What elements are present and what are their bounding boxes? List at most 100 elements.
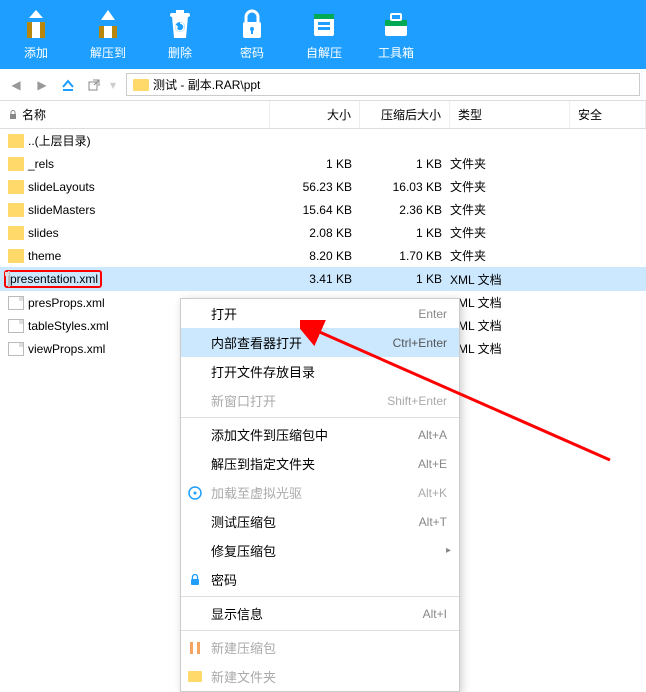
file-size: 3.41 KB (270, 272, 360, 286)
file-size: 56.23 KB (270, 180, 360, 194)
header-compressed-size[interactable]: 压缩后大小 (360, 101, 450, 128)
file-row[interactable]: presentation.xml 3.41 KB1 KBXML 文档 (0, 267, 646, 291)
header-size[interactable]: 大小 (270, 101, 360, 128)
sfx-icon (306, 6, 342, 42)
file-name-cell: slideMasters (8, 203, 270, 217)
file-size: 1 KB (270, 157, 360, 171)
menu-open-location[interactable]: 打开文件存放目录 (181, 357, 459, 386)
file-name: slideMasters (28, 203, 95, 217)
file-row[interactable]: slideMasters15.64 KB2.36 KB文件夹 (0, 198, 646, 221)
extract-label: 解压到 (90, 44, 126, 61)
file-csize: 2.36 KB (360, 203, 450, 217)
path-text: 测试 - 副本.RAR\ppt (153, 76, 260, 93)
file-name: slides (28, 226, 59, 240)
menu-new-archive: 新建压缩包 (181, 633, 459, 662)
file-row[interactable]: ..(上层目录) (0, 129, 646, 152)
delete-label: 删除 (168, 44, 192, 61)
add-button[interactable]: 添加 (0, 4, 72, 63)
menu-password[interactable]: 密码 (181, 565, 459, 594)
file-name-cell: presentation.xml (8, 270, 270, 288)
menu-test[interactable]: 测试压缩包Alt+T (181, 507, 459, 536)
file-icon (8, 271, 10, 287)
file-row[interactable]: theme8.20 KB1.70 KB文件夹 (0, 244, 646, 267)
extract-button[interactable]: 解压到 (72, 4, 144, 63)
menu-new-window: 新窗口打开Shift+Enter (181, 386, 459, 415)
file-name: theme (28, 249, 61, 263)
file-type: 文件夹 (450, 201, 570, 218)
file-type: 文件夹 (450, 224, 570, 241)
file-icon (8, 342, 24, 356)
lock-icon (187, 572, 203, 588)
password-label: 密码 (240, 44, 264, 61)
file-name-cell: slides (8, 226, 270, 240)
menu-extract-to[interactable]: 解压到指定文件夹Alt+E (181, 449, 459, 478)
delete-button[interactable]: 删除 (144, 4, 216, 63)
file-row[interactable]: slides2.08 KB1 KB文件夹 (0, 221, 646, 244)
main-toolbar: 添加 解压到 删除 密码 自解压 工具箱 (0, 0, 646, 69)
lock-icon (234, 6, 270, 42)
extract-icon (90, 6, 126, 42)
tools-label: 工具箱 (378, 44, 414, 61)
back-icon[interactable]: ◀ (6, 75, 26, 95)
external-icon[interactable] (84, 75, 104, 95)
highlight-box: presentation.xml (4, 270, 102, 288)
file-row[interactable]: slideLayouts56.23 KB16.03 KB文件夹 (0, 175, 646, 198)
file-name-cell: slideLayouts (8, 180, 270, 194)
file-type: XML 文档 (450, 271, 570, 288)
file-name-cell: ..(上层目录) (8, 132, 270, 149)
context-menu: 打开Enter 内部查看器打开Ctrl+Enter 打开文件存放目录 新窗口打开… (180, 298, 460, 692)
file-name: presProps.xml (28, 296, 105, 310)
menu-separator (181, 417, 459, 418)
menu-open[interactable]: 打开Enter (181, 299, 459, 328)
file-icon (8, 319, 24, 333)
folder-icon (133, 79, 149, 91)
sfx-label: 自解压 (306, 44, 342, 61)
folder-icon (8, 157, 24, 171)
file-name-cell: theme (8, 249, 270, 263)
file-type: 文件夹 (450, 247, 570, 264)
navigation-bar: ◀ ▶ ▾ 测试 - 副本.RAR\ppt (0, 69, 646, 101)
folder-icon (8, 134, 24, 148)
file-csize: 1 KB (360, 272, 450, 286)
file-size: 2.08 KB (270, 226, 360, 240)
file-name: slideLayouts (28, 180, 95, 194)
header-type[interactable]: 类型 (450, 101, 570, 128)
add-label: 添加 (24, 44, 48, 61)
file-name: viewProps.xml (28, 342, 105, 356)
sfx-button[interactable]: 自解压 (288, 4, 360, 63)
file-size: 8.20 KB (270, 249, 360, 263)
folder-icon (8, 180, 24, 194)
file-name: _rels (28, 157, 54, 171)
file-name: ..(上层目录) (28, 132, 91, 149)
menu-separator (181, 630, 459, 631)
tools-button[interactable]: 工具箱 (360, 4, 432, 63)
path-box[interactable]: 测试 - 副本.RAR\ppt (126, 73, 640, 96)
folder-icon (187, 669, 203, 685)
folder-icon (8, 249, 24, 263)
menu-new-folder: 新建文件夹 (181, 662, 459, 691)
file-name: presentation.xml (10, 272, 98, 286)
file-csize: 1 KB (360, 157, 450, 171)
header-name[interactable]: 名称 (0, 101, 270, 128)
file-type: XML 文档 (450, 294, 570, 311)
disc-icon (187, 485, 203, 501)
archive-icon (187, 640, 203, 656)
file-name: tableStyles.xml (28, 319, 109, 333)
file-type: XML 文档 (450, 317, 570, 334)
file-name-cell: _rels (8, 157, 270, 171)
up-icon[interactable] (58, 75, 78, 95)
column-headers: 名称 大小 压缩后大小 类型 安全 (0, 101, 646, 129)
file-type: 文件夹 (450, 178, 570, 195)
menu-internal-viewer[interactable]: 内部查看器打开Ctrl+Enter (181, 328, 459, 357)
file-row[interactable]: _rels1 KB1 KB文件夹 (0, 152, 646, 175)
password-button[interactable]: 密码 (216, 4, 288, 63)
header-safe[interactable]: 安全 (570, 101, 646, 128)
folder-icon (8, 203, 24, 217)
lock-icon-small (8, 110, 18, 120)
menu-add-to-archive[interactable]: 添加文件到压缩包中Alt+A (181, 420, 459, 449)
folder-icon (8, 226, 24, 240)
forward-icon[interactable]: ▶ (32, 75, 52, 95)
menu-virtual-drive: 加载至虚拟光驱Alt+K (181, 478, 459, 507)
menu-repair[interactable]: 修复压缩包 (181, 536, 459, 565)
menu-separator (181, 596, 459, 597)
